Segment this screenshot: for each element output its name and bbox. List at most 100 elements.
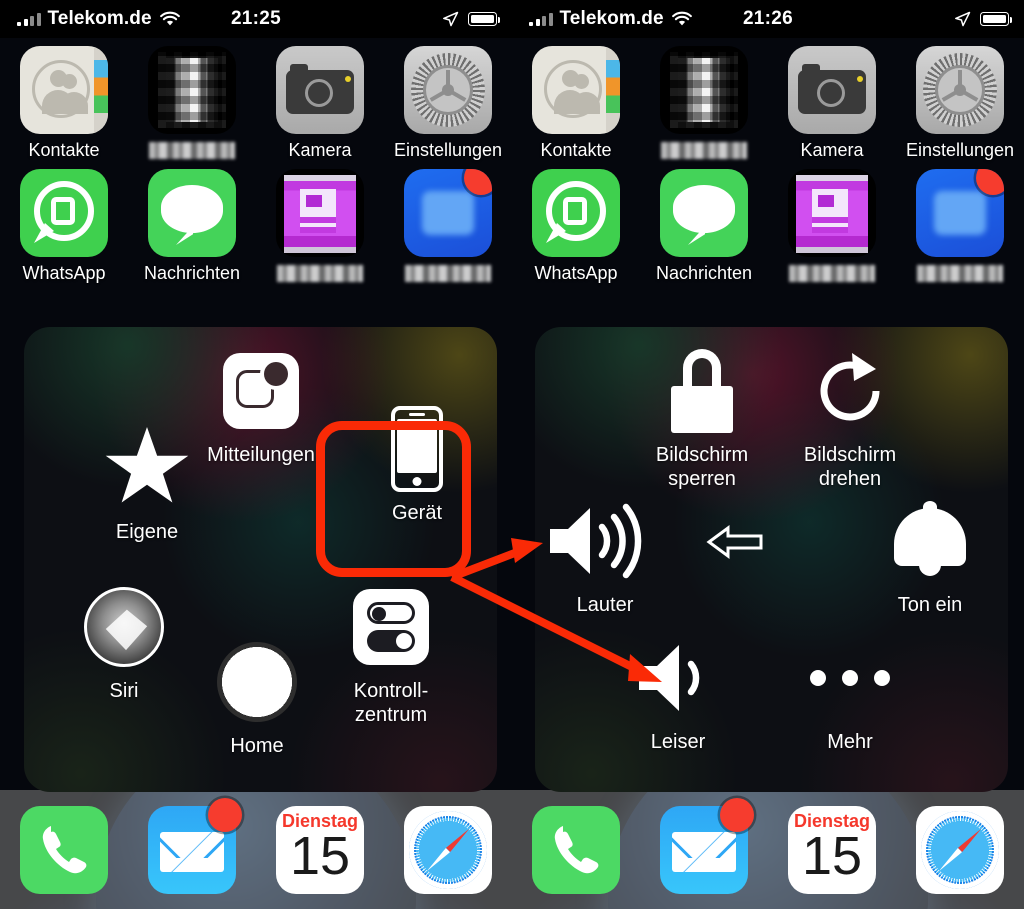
at-item-mehr[interactable]: Mehr xyxy=(775,632,925,754)
app-camera[interactable]: Kamera xyxy=(256,38,384,161)
camera-icon[interactable] xyxy=(788,46,876,134)
at-item-siri[interactable]: Siri xyxy=(49,581,199,703)
phone-icon[interactable] xyxy=(532,805,620,894)
app-settings[interactable]: Einstellungen xyxy=(896,38,1024,161)
app-row-2: WhatsApp Nachrichten xyxy=(0,161,512,284)
dock-item-phone[interactable] xyxy=(0,805,128,894)
app-label: WhatsApp xyxy=(22,263,106,283)
at-item-label-line2: drehen xyxy=(818,468,882,490)
dock-item-safari[interactable] xyxy=(896,805,1024,894)
app-messages[interactable]: Nachrichten xyxy=(128,161,256,284)
blurred-app-label xyxy=(661,142,747,159)
dock-item-safari[interactable] xyxy=(384,805,512,894)
safari-icon[interactable] xyxy=(404,805,492,894)
at-item-ton-ein[interactable]: Ton ein xyxy=(855,495,1005,617)
app-label: Nachrichten xyxy=(143,263,241,283)
blurred-app-icon[interactable] xyxy=(404,169,492,257)
app-blurred-2[interactable] xyxy=(768,161,896,284)
at-item-eigene[interactable]: Eigene xyxy=(72,422,222,544)
whatsapp-icon[interactable] xyxy=(532,169,620,257)
mail-icon[interactable] xyxy=(660,797,754,894)
app-row-2: WhatsApp Nachrichten xyxy=(512,161,1024,284)
calendar-icon[interactable]: Dienstag 15 xyxy=(788,805,876,894)
app-blurred-1[interactable] xyxy=(640,38,768,161)
app-row-1: Kontakte Kamera Einstellungen xyxy=(512,38,1024,161)
dock-right: Dienstag 15 xyxy=(512,790,1024,909)
volume-down-icon xyxy=(635,632,721,724)
at-item-label-line1: Bildschirm xyxy=(655,444,749,466)
phone-handset-glyph xyxy=(42,825,87,873)
blurred-app-icon[interactable] xyxy=(660,46,748,134)
mail-badge xyxy=(208,797,242,832)
notifications-icon xyxy=(223,345,299,437)
app-label: Kamera xyxy=(288,140,352,160)
control-center-icon xyxy=(353,581,429,673)
app-whatsapp[interactable]: WhatsApp xyxy=(512,161,640,284)
contacts-icon[interactable] xyxy=(20,46,108,134)
dock-item-phone[interactable] xyxy=(512,805,640,894)
mail-icon[interactable] xyxy=(148,797,242,894)
at-item-leiser[interactable]: Leiser xyxy=(603,632,753,754)
dock-left: Dienstag 15 xyxy=(0,790,512,909)
blurred-app-icon[interactable] xyxy=(788,169,876,257)
calendar-day: 15 xyxy=(801,825,863,886)
app-whatsapp[interactable]: WhatsApp xyxy=(0,161,128,284)
camera-icon[interactable] xyxy=(276,46,364,134)
at-item-label: Eigene xyxy=(115,521,179,543)
at-item-bildschirm-drehen[interactable]: Bildschirm drehen xyxy=(775,345,925,491)
at-item-label-line2: zentrum xyxy=(354,704,428,726)
settings-gear-icon[interactable] xyxy=(404,46,492,134)
app-blurred-2[interactable] xyxy=(256,161,384,284)
calendar-icon[interactable]: Dienstag 15 xyxy=(276,805,364,894)
phone-handset-glyph xyxy=(554,825,599,873)
blurred-app-label xyxy=(277,265,363,282)
blurred-app-icon[interactable] xyxy=(276,169,364,257)
blurred-app-icon[interactable] xyxy=(148,46,236,134)
at-item-bildschirm-sperren[interactable]: Bildschirm sperren xyxy=(627,345,777,491)
assistive-touch-device-menu: Bildschirm sperren Bildschirm drehen Lau… xyxy=(535,327,1008,792)
at-item-label-line1: Kontroll- xyxy=(353,680,429,702)
contacts-icon[interactable] xyxy=(532,46,620,134)
phone-icon[interactable] xyxy=(20,805,108,894)
app-camera[interactable]: Kamera xyxy=(768,38,896,161)
rotate-screen-icon xyxy=(806,345,894,437)
dock-item-mail[interactable] xyxy=(640,797,768,894)
phone-pane-right: Telekom.de 21:26 Kontakte Kamera Einstel… xyxy=(512,0,1024,909)
status-bar-right: Telekom.de 21:26 xyxy=(512,0,1024,38)
app-settings[interactable]: Einstellungen xyxy=(384,38,512,161)
at-item-label: Siri xyxy=(109,680,139,702)
dock-item-calendar[interactable]: Dienstag 15 xyxy=(768,805,896,894)
app-label: WhatsApp xyxy=(534,263,618,283)
clock-label: 21:25 xyxy=(230,8,282,29)
home-screen-grid-left: Kontakte Kamera Einstellungen WhatsApp N… xyxy=(0,38,512,284)
dock-item-calendar[interactable]: Dienstag 15 xyxy=(256,805,384,894)
home-screen-grid-right: Kontakte Kamera Einstellungen WhatsApp N… xyxy=(512,38,1024,284)
at-item-home[interactable]: Home xyxy=(182,636,332,758)
volume-up-icon xyxy=(546,495,664,587)
app-contacts[interactable]: Kontakte xyxy=(512,38,640,161)
at-item-lauter[interactable]: Lauter xyxy=(535,495,680,617)
at-item-label: Lauter xyxy=(576,594,634,616)
status-bar-left: Telekom.de 21:25 xyxy=(0,0,512,38)
messages-icon[interactable] xyxy=(148,169,236,257)
app-label: Einstellungen xyxy=(905,140,1015,160)
whatsapp-icon[interactable] xyxy=(20,169,108,257)
at-item-label: Mitteilungen xyxy=(207,444,315,466)
blurred-app-label xyxy=(917,265,1003,282)
app-blurred-3[interactable] xyxy=(896,161,1024,284)
app-messages[interactable]: Nachrichten xyxy=(640,161,768,284)
blurred-app-label xyxy=(405,265,491,282)
blurred-app-label xyxy=(149,142,235,159)
app-blurred-3[interactable] xyxy=(384,161,512,284)
settings-gear-icon[interactable] xyxy=(916,46,1004,134)
blurred-app-label xyxy=(789,265,875,282)
at-item-kontrollzentrum[interactable]: Kontroll- zentrum xyxy=(316,581,466,727)
dock-item-mail[interactable] xyxy=(128,797,256,894)
at-item-label-line1: Bildschirm xyxy=(803,444,897,466)
app-blurred-1[interactable] xyxy=(128,38,256,161)
messages-icon[interactable] xyxy=(660,169,748,257)
safari-icon[interactable] xyxy=(916,805,1004,894)
at-item-back[interactable] xyxy=(695,522,775,562)
blurred-app-icon[interactable] xyxy=(916,169,1004,257)
app-contacts[interactable]: Kontakte xyxy=(0,38,128,161)
